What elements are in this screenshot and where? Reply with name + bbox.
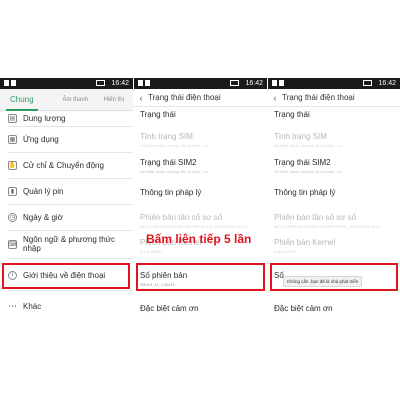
- tab-sound[interactable]: Âm thanh: [56, 97, 94, 103]
- screenshot-canvas: 16:42 Chung Âm thanh Hiển thị ▤ Dung lượ…: [0, 0, 400, 400]
- settings-item-storage[interactable]: ▤ Dung lượng: [0, 112, 133, 124]
- page-title: Trạng thái điện thoại: [148, 93, 221, 102]
- settings-item-apps[interactable]: ▦ Ứng dụng: [0, 128, 133, 150]
- battery-icon: [96, 80, 105, 86]
- settings-item-language[interactable]: ⌨ Ngôn ngữ & phương thức nhập: [0, 232, 133, 256]
- legal-info-row[interactable]: Thông tin pháp lý: [140, 188, 263, 197]
- divider: [8, 178, 133, 179]
- row-label: Trạng thái: [140, 110, 176, 119]
- row-sub: Số điện thoại, cường độ tín hiệu, v.v.: [274, 143, 343, 148]
- row-label: Phiên bản Kernel: [274, 238, 336, 247]
- sim2-status-row[interactable]: Trạng thái SIM2 Số điện thoại, cường độ …: [140, 158, 263, 174]
- row-sub: Số điện thoại, cường độ tín hiệu, v.v.: [140, 143, 209, 148]
- settings-item-label: Dung lượng: [23, 113, 66, 123]
- battery-icon: [363, 80, 372, 86]
- signal-icon: [4, 80, 16, 87]
- divider: [8, 258, 133, 259]
- divider: [8, 152, 133, 153]
- settings-panel: 16:42 Chung Âm thanh Hiển thị ▤ Dung lượ…: [0, 78, 133, 331]
- row-label: Tình trạng SIM: [274, 132, 327, 141]
- status-bar: 16:42: [134, 78, 267, 89]
- highlight-box: [2, 263, 130, 289]
- phone-status-panel: 16:42 ‹ Trạng thái điện thoại Trạng thái…: [134, 78, 267, 331]
- settings-item-gestures[interactable]: ✋ Cử chỉ & Chuyển động: [0, 154, 133, 176]
- battery-manage-icon: ▮: [8, 186, 17, 196]
- settings-item-label: Ngôn ngữ & phương thức nhập: [23, 235, 116, 253]
- row-label: Trạng thái: [274, 110, 310, 119]
- status-time: 16:42: [111, 80, 129, 87]
- sim-status-row: Tình trạng SIM Số điện thoại, cường độ t…: [274, 132, 396, 148]
- page-header: ‹ Trạng thái điện thoại: [268, 89, 400, 107]
- row-label: Tình trạng SIM: [140, 132, 193, 141]
- phone-status-panel-toast: 16:42 ‹ Trạng thái điện thoại Trạng thái…: [268, 78, 400, 331]
- page-title: Trạng thái điện thoại: [282, 93, 355, 102]
- battery-icon: [230, 80, 239, 86]
- clock-icon: ◷: [8, 212, 17, 222]
- settings-item-label: Khác: [23, 301, 42, 311]
- divider: [8, 230, 133, 231]
- row-label: Thông tin pháp lý: [140, 188, 202, 197]
- highlight-box: [136, 263, 265, 291]
- apps-icon: ▦: [8, 134, 17, 144]
- divider: [8, 290, 133, 291]
- baseband-version-row: Phiên bản tần số sơ số MOLY WR8 W1315 MD…: [274, 213, 396, 229]
- status-time: 16:42: [245, 80, 263, 87]
- settings-tabs: Chung Âm thanh Hiển thị: [0, 89, 133, 111]
- divider: [8, 204, 133, 205]
- row-label: Phiên bản tần số sơ số: [140, 213, 223, 222]
- row-label: Phiên bản tần số sơ số: [274, 213, 357, 222]
- special-thanks-row[interactable]: Đặc biệt cảm ơn: [140, 304, 263, 313]
- more-icon: ⋯: [8, 300, 17, 311]
- row-sub: 3.4.5-00067: [140, 249, 163, 254]
- row-sub: Số điện thoại, cường độ tín hiệu, v.v.: [274, 169, 343, 174]
- signal-icon: [272, 80, 284, 87]
- settings-item-label: Ứng dụng: [23, 134, 59, 144]
- status-row[interactable]: Trạng thái: [140, 110, 263, 119]
- tab-display[interactable]: Hiển thị: [95, 97, 133, 103]
- back-arrow-icon[interactable]: ‹: [134, 93, 148, 103]
- row-label: Đặc biệt cảm ơn: [274, 304, 333, 313]
- sim-status-row: Tình trạng SIM Số điện thoại, cường độ t…: [140, 132, 263, 148]
- back-arrow-icon[interactable]: ‹: [268, 93, 282, 103]
- highlight-box: [270, 263, 398, 291]
- row-sub: MOLY WR8 W1315 MD WG MP V6 P5, 2013/12/2…: [274, 224, 382, 229]
- settings-item-datetime[interactable]: ◷ Ngày & giờ: [0, 206, 133, 228]
- sim2-status-row[interactable]: Trạng thái SIM2 Số điện thoại, cường độ …: [274, 158, 396, 174]
- row-sub: 3.4.5-00067: [274, 249, 297, 254]
- baseband-version-row: Phiên bản tần số sơ số MOLY WR8 W1315 MD…: [140, 213, 263, 229]
- row-sub: MOLY WR8 W1315 MD WG MP V6 P5, 2013/12/2…: [140, 224, 248, 229]
- row-label: Trạng thái SIM2: [274, 158, 331, 167]
- screenshots-strip: 16:42 Chung Âm thanh Hiển thị ▤ Dung lượ…: [0, 78, 400, 331]
- status-bar: 16:42: [0, 78, 133, 89]
- gesture-icon: ✋: [8, 160, 17, 170]
- row-label: Đặc biệt cảm ơn: [140, 304, 199, 313]
- row-sub: Số điện thoại, cường độ tín hiệu, v.v.: [140, 169, 209, 174]
- status-time: 16:42: [378, 80, 396, 87]
- legal-info-row[interactable]: Thông tin pháp lý: [274, 188, 396, 197]
- storage-icon: ▤: [8, 113, 17, 123]
- page-header: ‹ Trạng thái điện thoại: [134, 89, 267, 107]
- settings-item-battery[interactable]: ▮ Quản lý pin: [0, 180, 133, 202]
- tab-indicator: [6, 109, 38, 111]
- special-thanks-row[interactable]: Đặc biệt cảm ơn: [274, 304, 396, 313]
- tab-general[interactable]: Chung: [0, 95, 56, 104]
- settings-item-label: Ngày & giờ: [23, 212, 63, 222]
- settings-item-label: Quản lý pin: [23, 186, 64, 196]
- kernel-version-row: Phiên bản Kernel 3.4.5-00067: [274, 238, 396, 254]
- tap-instruction-label: Bấm liên tiếp 5 lần: [146, 232, 252, 246]
- row-label: Thông tin pháp lý: [274, 188, 336, 197]
- settings-item-other[interactable]: ⋯ Khác: [0, 296, 133, 316]
- signal-icon: [138, 80, 150, 87]
- status-row[interactable]: Trạng thái: [274, 110, 396, 119]
- divider: [8, 126, 133, 127]
- status-bar: 16:42: [268, 78, 400, 89]
- keyboard-icon: ⌨: [8, 239, 17, 249]
- row-label: Trạng thái SIM2: [140, 158, 197, 167]
- settings-item-label: Cử chỉ & Chuyển động: [23, 160, 104, 170]
